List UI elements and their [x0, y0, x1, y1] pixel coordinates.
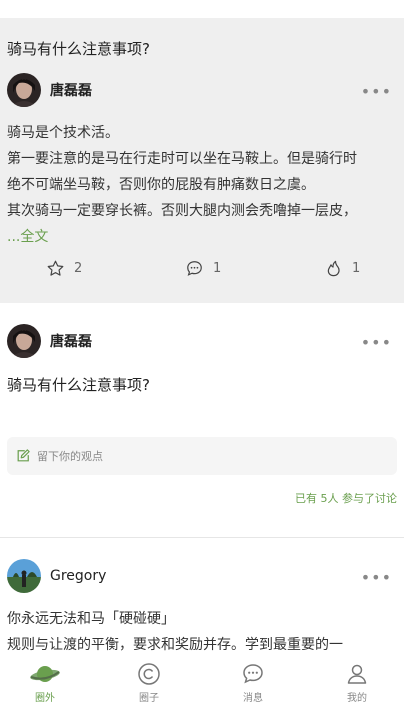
post-line: 其次骑马一定要穿长裤。否则大腿内测会秃噜掉一层皮，	[7, 203, 357, 219]
author-name[interactable]: Gregory	[50, 568, 106, 584]
post-line: 第一要注意的是马在行走时可以坐在马鞍上。但是骑行时	[7, 151, 357, 167]
star-icon	[47, 260, 64, 276]
post-line: 你永远无法和马「硬碰硬」	[7, 611, 175, 627]
person-icon	[347, 664, 367, 684]
flame-icon	[327, 260, 340, 277]
like-button[interactable]: 2	[46, 259, 82, 278]
comment-count: 1	[213, 261, 222, 276]
tab-wode[interactable]: 我的	[327, 662, 387, 704]
hot-count: 1	[352, 261, 361, 276]
comment-icon	[187, 261, 202, 276]
author-row[interactable]: 唐磊磊	[7, 323, 92, 359]
post-line: 骑马是个技术活。	[7, 125, 119, 141]
post-line: 绝不可端坐马鞍，否则你的屁股有肿痛数日之虞。	[7, 177, 315, 193]
bottom-tab-bar: 圈外 圈子 消息 我的	[0, 654, 404, 710]
tab-label: 圈子	[139, 693, 159, 704]
more-options-icon[interactable]: •••	[361, 568, 392, 587]
tab-label: 我的	[347, 693, 367, 704]
question-title[interactable]: 骑马有什么注意事项?	[7, 38, 150, 59]
tab-quanzi[interactable]: 圈子	[119, 662, 179, 704]
chat-bubble-icon	[243, 664, 263, 684]
author-name[interactable]: 唐磊磊	[50, 331, 92, 351]
author-avatar[interactable]	[7, 73, 41, 107]
post-body: 你永远无法和马「硬碰硬」 规则与让渡的平衡，要求和奖励并存。学到最重要的一	[7, 606, 399, 658]
like-count: 2	[74, 261, 83, 276]
more-options-icon[interactable]: •••	[361, 82, 392, 101]
question-title[interactable]: 骑马有什么注意事项?	[7, 374, 150, 395]
author-avatar[interactable]	[7, 559, 41, 593]
post-body: 骑马是个技术活。 第一要注意的是马在行走时可以坐在马鞍上。但是骑行时 绝不可端坐…	[7, 120, 399, 250]
post-stats: 2 1 1	[0, 259, 404, 285]
author-row[interactable]: Gregory	[7, 558, 106, 594]
divider	[0, 537, 404, 538]
tab-label: 圈外	[35, 693, 55, 704]
read-full-link[interactable]: ...全文	[7, 224, 399, 250]
circle-c-icon	[138, 663, 160, 685]
author-row[interactable]: 唐磊磊	[7, 72, 92, 108]
opinion-placeholder: 留下你的观点	[37, 450, 103, 463]
opinion-input[interactable]: 留下你的观点	[7, 437, 397, 475]
planet-icon	[30, 666, 60, 682]
discussion-count[interactable]: 已有 5人 参与了讨论	[295, 490, 397, 506]
more-options-icon[interactable]: •••	[361, 333, 392, 352]
author-name[interactable]: 唐磊磊	[50, 80, 92, 100]
author-avatar[interactable]	[7, 324, 41, 358]
comment-button[interactable]: 1	[185, 259, 221, 278]
hot-button[interactable]: 1	[324, 259, 360, 278]
edit-icon	[17, 449, 30, 462]
tab-xiaoxi[interactable]: 消息	[223, 662, 283, 704]
tab-quanwai[interactable]: 圈外	[15, 662, 75, 704]
tab-label: 消息	[243, 693, 263, 704]
